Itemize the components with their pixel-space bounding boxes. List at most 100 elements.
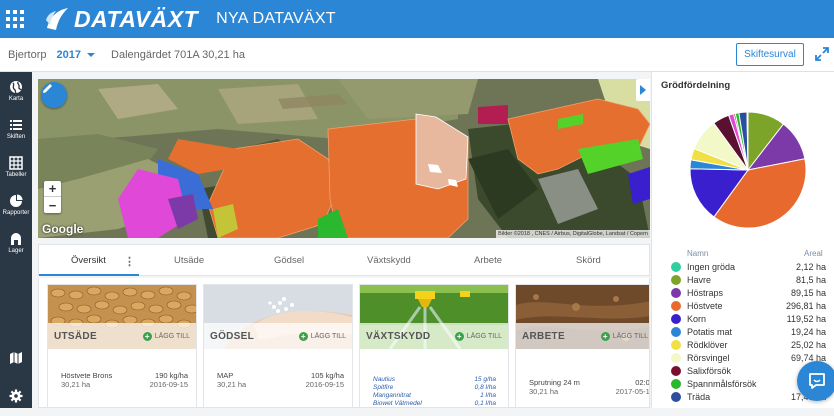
legend-area: 25,02 ha: [790, 340, 826, 350]
map-icon: [10, 352, 22, 364]
legend-area: 296,81 ha: [785, 301, 826, 311]
zoom-in-button[interactable]: +: [44, 181, 61, 197]
legend-row[interactable]: Rörsvingel 69,74 ha: [671, 352, 826, 364]
map-attribution: Bilder ©2018 , CNES / Airbus, DigitalGlo…: [496, 230, 650, 238]
nav-label: Skiften: [6, 134, 26, 140]
legend-row[interactable]: Ingen gröda 2,12 ha: [671, 261, 826, 273]
nav-item-lager[interactable]: Lager: [0, 224, 32, 262]
plus-icon: +: [298, 332, 308, 341]
legend-name: Träda: [687, 392, 711, 402]
year-value: 2017: [56, 48, 82, 61]
row-value: 190 kg/ha: [155, 371, 188, 380]
legend-row[interactable]: Potatis mat 19,24 ha: [671, 326, 826, 338]
row-name: Biowet Vätmedel: [373, 400, 422, 407]
add-label: LÄGG TILL: [154, 333, 190, 340]
row-value: 1 l/ha: [480, 392, 496, 399]
card-utsade: UTSÄDE + LÄGG TILL Höstvete Brons 190 kg/h…: [47, 284, 197, 407]
col-header-name: Namn: [687, 249, 709, 258]
legend-row[interactable]: Rödklöver 25,02 ha: [671, 339, 826, 351]
row-name: MAP: [217, 371, 234, 380]
legend-name: Salixförsök: [687, 366, 732, 376]
google-logo: Google: [42, 222, 84, 236]
card-row: Spitfire 0,8 l/ha: [373, 384, 496, 391]
card-row: Höstvete Brons 190 kg/ha: [61, 371, 188, 380]
nav-item-settings[interactable]: [0, 378, 32, 416]
add-utsade-button[interactable]: + LÄGG TILL: [142, 332, 190, 341]
collapse-panel-button[interactable]: [636, 79, 650, 101]
row-value: 0,1 l/ha: [474, 400, 496, 407]
overview-cards: UTSÄDE + LÄGG TILL Höstvete Brons 190 kg/h…: [38, 278, 650, 408]
list-icon: [10, 120, 22, 130]
farm-name[interactable]: Bjertorp: [8, 49, 47, 61]
nav-label: Tabeller: [5, 172, 27, 178]
legend-name: Havre: [687, 275, 712, 285]
legend-swatch: [671, 353, 681, 363]
col-header-area: Areal: [804, 249, 823, 258]
row-name: 30,21 ha: [217, 380, 247, 389]
skiftesurval-button[interactable]: Skiftesurval: [736, 43, 804, 66]
legend-swatch: [671, 340, 681, 350]
legend-swatch: [671, 301, 681, 311]
plus-icon: +: [142, 332, 152, 341]
card-title: ARBETE: [522, 331, 565, 342]
nav-item-map[interactable]: [0, 340, 32, 378]
row-value: 105 kg/ha: [311, 371, 344, 380]
chat-button[interactable]: [797, 361, 834, 401]
year-select[interactable]: 2017: [56, 48, 96, 61]
legend-swatch: [671, 262, 681, 272]
row-name: Nautius: [373, 376, 396, 383]
legend-swatch: [671, 327, 681, 337]
more-vert-icon[interactable]: ⋮: [124, 255, 135, 268]
legend-name: Rörsvingel: [687, 353, 730, 363]
nav-item-skiften[interactable]: Skiften: [0, 110, 32, 148]
legend-swatch: [671, 275, 681, 285]
nav-item-karta[interactable]: Karta: [0, 72, 32, 110]
app-title: NYA DATAVÄXT: [216, 10, 336, 27]
legend-area: 19,24 ha: [790, 327, 826, 337]
legend-row[interactable]: Höstvete 296,81 ha: [671, 300, 826, 312]
row-value: 2017-05-15: [615, 387, 650, 396]
legend-row[interactable]: Höstraps 89,15 ha: [671, 287, 826, 299]
card-row: 30,21 ha 2016-09-15: [217, 380, 344, 389]
gear-icon: [9, 389, 23, 403]
field-map[interactable]: + − Google Bilder ©2018 , CNES / Airbus,…: [38, 79, 650, 238]
card-row: Nautius 15 g/ha: [373, 376, 496, 383]
add-godsel-button[interactable]: + LÄGG TILL: [298, 332, 346, 341]
globe-icon: [10, 81, 22, 94]
nav-item-rapporter[interactable]: Rapporter: [0, 186, 32, 224]
tab-godsel[interactable]: Gödsel: [274, 255, 304, 266]
tab-utsade[interactable]: Utsäde: [174, 255, 204, 266]
zoom-control: + −: [44, 181, 61, 213]
legend-name: Potatis mat: [687, 327, 733, 337]
nav-item-tabeller[interactable]: Tabeller: [0, 148, 32, 186]
expand-icon[interactable]: [814, 46, 830, 62]
legend-area: 81,5 ha: [795, 275, 826, 285]
nav-label: Karta: [8, 96, 24, 102]
legend-swatch: [671, 392, 681, 402]
apps-grid-icon[interactable]: [0, 0, 30, 38]
legend-area: 89,15 ha: [790, 288, 826, 298]
satellite-map: [38, 79, 650, 238]
card-row: Sprutning 24 m 02:00: [529, 378, 649, 387]
tab-oversikt[interactable]: Översikt: [71, 255, 106, 266]
plus-icon: +: [600, 332, 610, 341]
card-title: VÄXTSKYDD: [366, 331, 431, 342]
legend-row[interactable]: Korn 119,52 ha: [671, 313, 826, 325]
card-row: 30,21 ha 2016-09-15: [61, 380, 188, 389]
legend-row[interactable]: Havre 81,5 ha: [671, 274, 826, 286]
context-bar: Bjertorp 2017 Dalengärdet 701A 30,21 ha …: [0, 38, 834, 72]
tab-skord[interactable]: Skörd: [576, 255, 601, 266]
tab-vaxtskydd[interactable]: Växtskydd: [367, 255, 411, 266]
row-name: Spitfire: [373, 384, 394, 391]
tab-arbete[interactable]: Arbete: [474, 255, 502, 266]
add-vaxtskydd-button[interactable]: + LÄGG TILL: [454, 332, 502, 341]
app-logo[interactable]: DATAVÄXT: [44, 0, 198, 38]
card-row: Mangannitrat 1 l/ha: [373, 392, 496, 399]
row-value: 2016-09-15: [149, 380, 188, 389]
zoom-out-button[interactable]: −: [44, 197, 61, 213]
legend-swatch: [671, 379, 681, 389]
legend-area: 119,52 ha: [786, 314, 826, 324]
legend-name: Höstvete: [687, 301, 723, 311]
add-arbete-button[interactable]: + LÄGG TILL: [600, 332, 648, 341]
edit-map-button[interactable]: [41, 82, 67, 108]
